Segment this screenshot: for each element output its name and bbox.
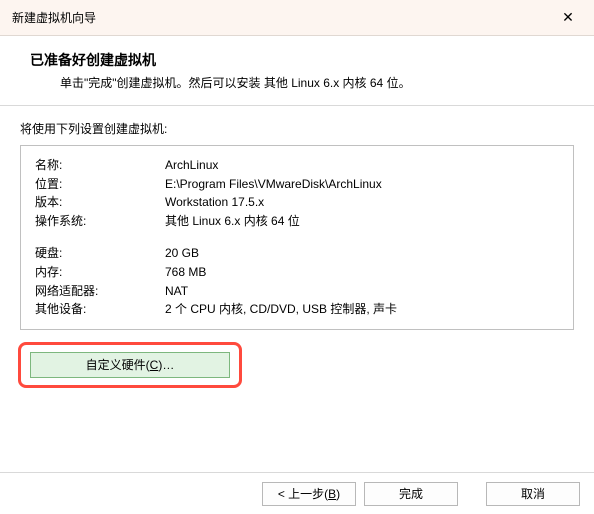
other-label: 其他设备: <box>35 300 165 319</box>
summary-row-network: 网络适配器: NAT <box>35 282 559 301</box>
wizard-footer: < 上一步(B) 完成 取消 <box>0 472 594 514</box>
finish-button[interactable]: 完成 <box>364 482 458 506</box>
page-title: 已准备好创建虚拟机 <box>30 50 574 70</box>
summary-row-memory: 内存: 768 MB <box>35 263 559 282</box>
other-value: 2 个 CPU 内核, CD/DVD, USB 控制器, 声卡 <box>165 300 559 319</box>
close-icon[interactable]: ✕ <box>554 9 582 26</box>
summary-row-os: 操作系统: 其他 Linux 6.x 内核 64 位 <box>35 212 559 231</box>
disk-label: 硬盘: <box>35 244 165 263</box>
location-value: E:\Program Files\VMwareDisk\ArchLinux <box>165 175 559 194</box>
window-title: 新建虚拟机向导 <box>12 9 96 26</box>
version-value: Workstation 17.5.x <box>165 193 559 212</box>
cancel-button[interactable]: 取消 <box>486 482 580 506</box>
disk-value: 20 GB <box>165 244 559 263</box>
wizard-body: 将使用下列设置创建虚拟机: 名称: ArchLinux 位置: E:\Progr… <box>0 106 594 388</box>
network-value: NAT <box>165 282 559 301</box>
version-label: 版本: <box>35 193 165 212</box>
name-value: ArchLinux <box>165 156 559 175</box>
settings-summary: 名称: ArchLinux 位置: E:\Program Files\VMwar… <box>20 145 574 330</box>
location-label: 位置: <box>35 175 165 194</box>
os-label: 操作系统: <box>35 212 165 231</box>
memory-label: 内存: <box>35 263 165 282</box>
page-subtitle: 单击"完成"创建虚拟机。然后可以安装 其他 Linux 6.x 内核 64 位。 <box>30 74 574 91</box>
customize-highlight: 自定义硬件(C)… <box>18 342 242 388</box>
back-button[interactable]: < 上一步(B) <box>262 482 356 506</box>
customize-hardware-button[interactable]: 自定义硬件(C)… <box>30 352 230 378</box>
os-value: 其他 Linux 6.x 内核 64 位 <box>165 212 559 231</box>
summary-row-disk: 硬盘: 20 GB <box>35 244 559 263</box>
wizard-header: 已准备好创建虚拟机 单击"完成"创建虚拟机。然后可以安装 其他 Linux 6.… <box>0 36 594 106</box>
memory-value: 768 MB <box>165 263 559 282</box>
summary-row-other: 其他设备: 2 个 CPU 内核, CD/DVD, USB 控制器, 声卡 <box>35 300 559 319</box>
summary-row-name: 名称: ArchLinux <box>35 156 559 175</box>
titlebar: 新建虚拟机向导 ✕ <box>0 0 594 36</box>
summary-row-location: 位置: E:\Program Files\VMwareDisk\ArchLinu… <box>35 175 559 194</box>
summary-row-version: 版本: Workstation 17.5.x <box>35 193 559 212</box>
name-label: 名称: <box>35 156 165 175</box>
intro-text: 将使用下列设置创建虚拟机: <box>20 120 574 137</box>
network-label: 网络适配器: <box>35 282 165 301</box>
